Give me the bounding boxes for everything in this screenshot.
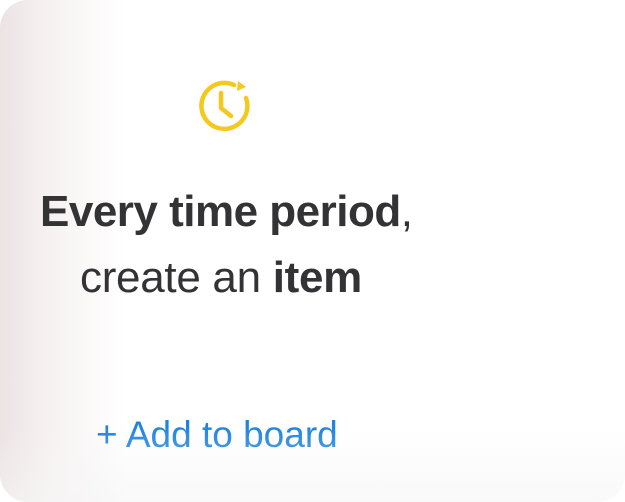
- recipe-title-line-2: create an item: [80, 252, 362, 304]
- recipe-action-prefix: create an: [80, 253, 273, 302]
- recipe-action-object: item: [272, 253, 363, 302]
- clock-refresh-icon: [194, 76, 254, 136]
- recipe-card[interactable]: Every time period, create an item + Add …: [0, 0, 625, 502]
- recipe-trigger-text: Every time period: [40, 187, 401, 236]
- recipe-title-comma: ,: [400, 187, 413, 236]
- add-to-board-button[interactable]: + Add to board: [96, 412, 338, 458]
- recipe-title-line-1: Every time period,: [40, 186, 413, 238]
